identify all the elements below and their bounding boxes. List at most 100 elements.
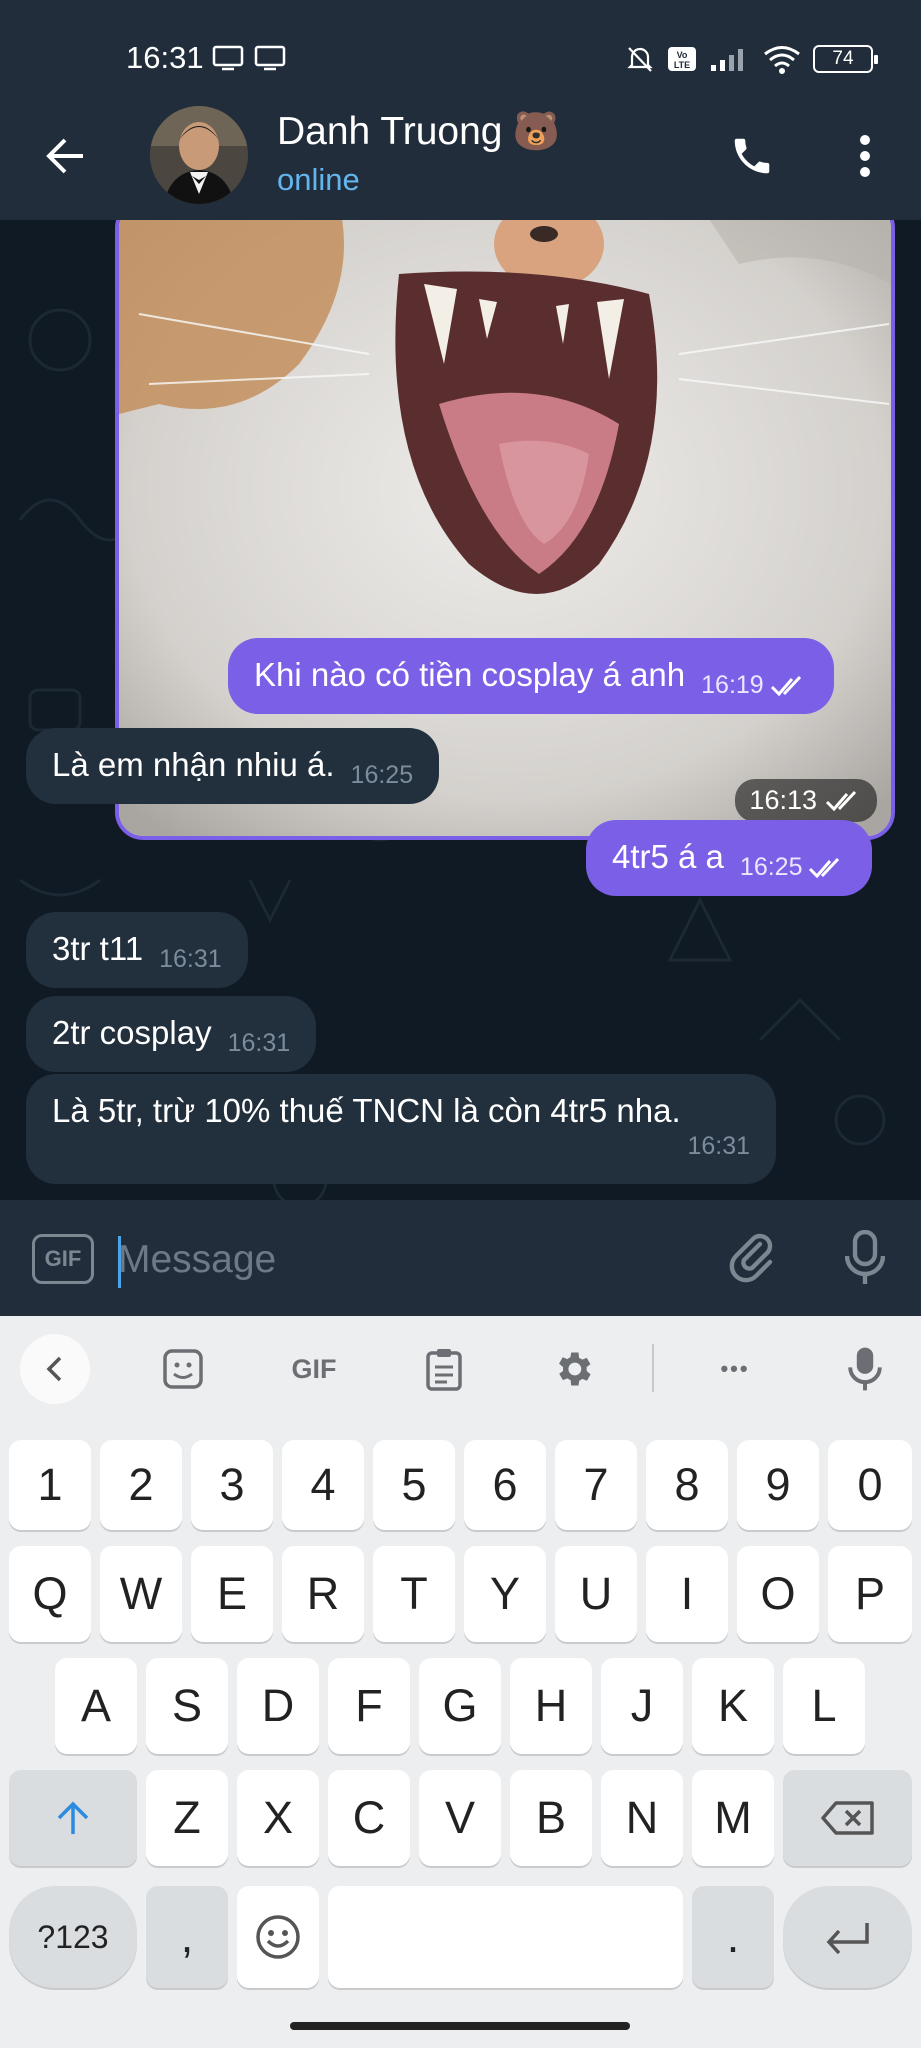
key-r[interactable]: R bbox=[282, 1546, 364, 1642]
photo-time-text: 16:13 bbox=[749, 785, 817, 815]
more-options-button[interactable] bbox=[838, 126, 892, 186]
key-a[interactable]: A bbox=[55, 1658, 137, 1754]
back-button[interactable] bbox=[38, 128, 94, 184]
key-d[interactable]: D bbox=[237, 1658, 319, 1754]
shift-arrow-icon bbox=[57, 1801, 89, 1834]
key-5[interactable]: 5 bbox=[373, 1440, 455, 1530]
key-k[interactable]: K bbox=[692, 1658, 774, 1754]
backspace-icon bbox=[820, 1801, 874, 1835]
key-x[interactable]: X bbox=[237, 1770, 319, 1866]
key-c[interactable]: C bbox=[328, 1770, 410, 1866]
space-key[interactable] bbox=[328, 1886, 683, 1988]
key-e[interactable]: E bbox=[191, 1546, 273, 1642]
key-y[interactable]: Y bbox=[464, 1546, 546, 1642]
voice-record-button[interactable] bbox=[835, 1228, 895, 1288]
message-bubble-outgoing[interactable]: 4tr5 á a 16:25 bbox=[586, 820, 873, 896]
keyboard-voice-button[interactable] bbox=[834, 1338, 896, 1400]
message-meta: 16:31 bbox=[687, 1132, 750, 1161]
message-time: 16:19 bbox=[701, 671, 764, 699]
key-1[interactable]: 1 bbox=[9, 1440, 91, 1530]
monitor-icon bbox=[254, 45, 286, 71]
emoji-key[interactable] bbox=[237, 1886, 319, 1988]
key-2[interactable]: 2 bbox=[100, 1440, 182, 1530]
key-u[interactable]: U bbox=[555, 1546, 637, 1642]
keyboard-collapse-button[interactable] bbox=[20, 1334, 90, 1404]
symbols-key[interactable]: ?123 bbox=[9, 1886, 137, 1988]
key-z[interactable]: Z bbox=[146, 1770, 228, 1866]
message-bubble-incoming[interactable]: 3tr t11 16:31 bbox=[26, 912, 248, 988]
text-cursor bbox=[118, 1236, 121, 1288]
photo-timestamp: 16:13 bbox=[735, 779, 877, 822]
contact-emoji: 🐻 bbox=[512, 111, 560, 153]
key-f[interactable]: F bbox=[328, 1658, 410, 1754]
key-7[interactable]: 7 bbox=[555, 1440, 637, 1530]
message-time: 16:31 bbox=[159, 945, 222, 973]
message-bubble-incoming[interactable]: Là em nhận nhiu á. 16:25 bbox=[26, 728, 440, 804]
message-meta: 16:31 bbox=[159, 945, 222, 974]
key-h[interactable]: H bbox=[510, 1658, 592, 1754]
key-i[interactable]: I bbox=[646, 1546, 728, 1642]
phone-icon bbox=[734, 138, 770, 174]
key-l[interactable]: L bbox=[783, 1658, 865, 1754]
microphone-icon bbox=[848, 1347, 882, 1391]
double-check-icon bbox=[809, 857, 840, 878]
svg-text:Vo: Vo bbox=[677, 50, 688, 60]
more-tools-button[interactable]: ••• bbox=[704, 1338, 766, 1400]
status-time: 16:31 bbox=[126, 40, 204, 75]
wifi-icon bbox=[764, 46, 800, 74]
sticker-button[interactable] bbox=[152, 1338, 214, 1400]
toolbar-divider bbox=[652, 1344, 654, 1392]
key-n[interactable]: N bbox=[601, 1770, 683, 1866]
clipboard-button[interactable] bbox=[413, 1338, 475, 1400]
key-s[interactable]: S bbox=[146, 1658, 228, 1754]
shift-key[interactable] bbox=[9, 1770, 137, 1866]
enter-key[interactable] bbox=[783, 1886, 912, 1988]
key-q[interactable]: Q bbox=[9, 1546, 91, 1642]
key-0[interactable]: 0 bbox=[828, 1440, 912, 1530]
settings-button[interactable] bbox=[542, 1338, 604, 1400]
backspace-key[interactable] bbox=[783, 1770, 912, 1866]
key-p[interactable]: P bbox=[828, 1546, 912, 1642]
key-m[interactable]: M bbox=[692, 1770, 774, 1866]
message-text: 3tr t11 bbox=[52, 930, 144, 967]
contact-name[interactable]: Danh Truong 🐻 bbox=[277, 110, 560, 154]
message-time: 16:31 bbox=[687, 1132, 750, 1160]
key-9[interactable]: 9 bbox=[737, 1440, 819, 1530]
attach-button[interactable] bbox=[722, 1228, 782, 1288]
key-w[interactable]: W bbox=[100, 1546, 182, 1642]
more-vertical-icon bbox=[860, 135, 870, 177]
gear-icon bbox=[559, 1352, 591, 1386]
double-check-icon bbox=[825, 790, 857, 811]
contact-avatar[interactable] bbox=[150, 106, 248, 204]
chat-area[interactable]: 16:13 Khi nào có tiền cosplay á anh 16:1… bbox=[0, 220, 921, 1200]
comma-key[interactable]: , bbox=[146, 1886, 228, 1988]
key-g[interactable]: G bbox=[419, 1658, 501, 1754]
sticker-icon bbox=[163, 1349, 203, 1389]
key-8[interactable]: 8 bbox=[646, 1440, 728, 1530]
message-text: Khi nào có tiền cosplay á anh bbox=[254, 656, 686, 693]
on-screen-keyboard: GIF ••• 1 2 3 4 5 6 7 8 9 0 Q W E R T Y … bbox=[0, 1316, 921, 2048]
home-indicator[interactable] bbox=[290, 2022, 630, 2030]
double-check-icon bbox=[770, 675, 801, 696]
call-button[interactable] bbox=[722, 126, 782, 186]
message-bubble-incoming[interactable]: 2tr cosplay 16:31 bbox=[26, 996, 317, 1072]
chat-header: Danh Truong 🐻 online bbox=[0, 100, 921, 220]
key-j[interactable]: J bbox=[601, 1658, 683, 1754]
key-t[interactable]: T bbox=[373, 1546, 455, 1642]
key-b[interactable]: B bbox=[510, 1770, 592, 1866]
key-v[interactable]: V bbox=[419, 1770, 501, 1866]
keyboard-toolbar: GIF ••• bbox=[0, 1316, 921, 1420]
message-bubble-outgoing[interactable]: Khi nào có tiền cosplay á anh 16:19 bbox=[228, 638, 834, 714]
key-o[interactable]: O bbox=[737, 1546, 819, 1642]
key-4[interactable]: 4 bbox=[282, 1440, 364, 1530]
message-bubble-incoming[interactable]: Là 5tr, trừ 10% thuế TNCN là còn 4tr5 nh… bbox=[26, 1074, 776, 1184]
cast-screen-icon bbox=[212, 45, 244, 71]
enter-arrow-icon bbox=[826, 1923, 869, 1954]
key-6[interactable]: 6 bbox=[464, 1440, 546, 1530]
keyboard-gif-button[interactable]: GIF bbox=[283, 1338, 345, 1400]
period-key[interactable]: . bbox=[692, 1886, 774, 1988]
key-3[interactable]: 3 bbox=[191, 1440, 273, 1530]
gif-button[interactable]: GIF bbox=[32, 1234, 94, 1284]
contact-name-text: Danh Truong bbox=[277, 110, 503, 153]
message-input[interactable] bbox=[118, 1230, 678, 1290]
